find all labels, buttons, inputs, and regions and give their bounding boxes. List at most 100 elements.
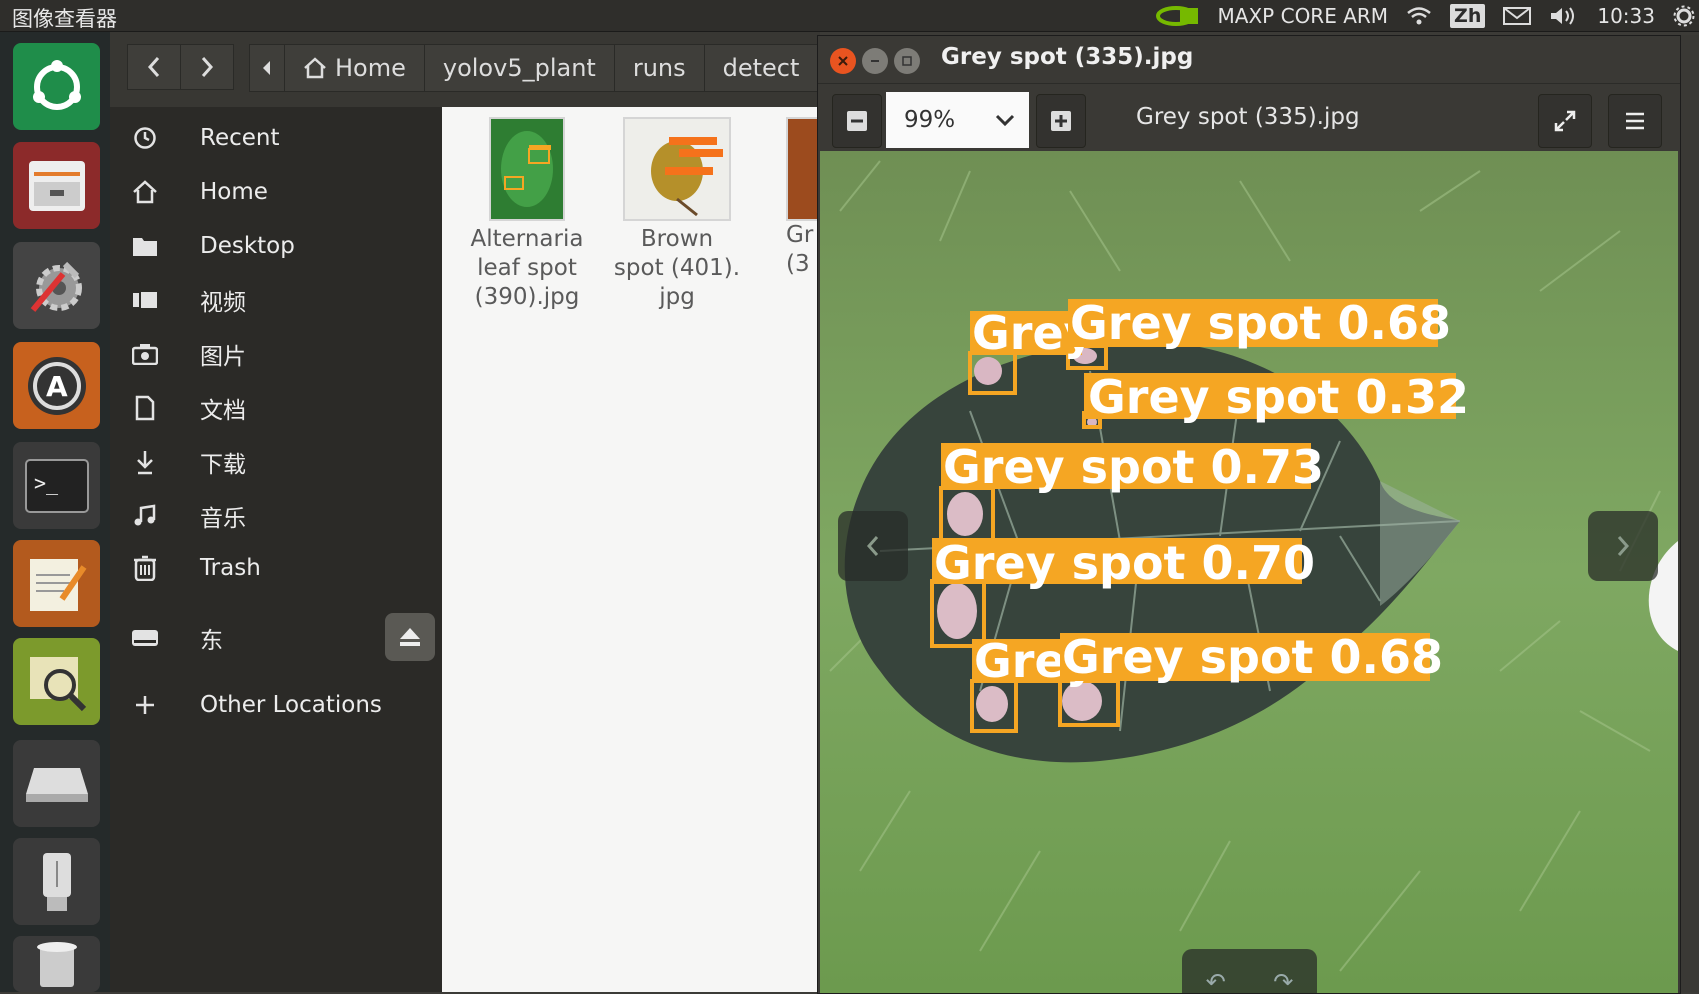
drive-icon[interactable] [13,740,100,827]
chevron-right-icon [1617,536,1630,556]
zoom-in-icon [1051,111,1071,131]
next-image-button[interactable] [1588,511,1658,581]
detection-label: Grey spot 0.70 [934,536,1315,590]
sidebar-item-downloads[interactable]: 下载 [110,439,442,485]
chevron-left-icon [866,536,879,556]
previous-image-button[interactable] [838,511,908,581]
viewer-titlebar[interactable]: Grey spot (335).jpg [818,36,1680,83]
thumbnail [786,117,820,221]
drive-icon [110,628,180,648]
file-item[interactable]: Brown spot (401). jpg [612,117,742,312]
chevron-down-icon [995,114,1015,127]
image-viewer-icon[interactable] [13,638,100,725]
sidebar-item-videos[interactable]: 视频 [110,277,442,323]
maximize-button[interactable] [894,48,920,74]
nvidia-icon[interactable] [1155,5,1200,27]
sidebar-item-label: 东 [200,628,223,654]
sidebar-item-label: 下载 [200,452,246,478]
close-button[interactable] [830,48,856,74]
plus-icon [110,694,180,716]
system-settings-icon[interactable] [13,242,100,329]
download-icon [110,449,180,475]
sidebar-item-label: 文档 [200,398,246,424]
sidebar-item-recent[interactable]: Recent [110,115,442,161]
breadcrumb-runs[interactable]: runs [613,44,705,92]
rotate-controls: ↶ ↷ [1182,949,1317,993]
sidebar-item-label: Recent [200,125,280,151]
document-icon [110,395,180,421]
home-icon [304,57,326,79]
detection-label: Grey spot 0.32 [1088,370,1469,424]
zoom-select[interactable]: 99% [886,92,1029,148]
zoom-value: 99% [904,107,956,133]
sidebar-item-desktop[interactable]: Desktop [110,223,442,269]
window-title: Grey spot (335).jpg [941,44,1194,70]
breadcrumb-detect[interactable]: detect [703,44,819,92]
folder-icon [110,235,180,257]
menu-button[interactable] [1608,94,1662,148]
detection-label: Grey spot 0.73 [943,440,1324,494]
minimize-icon [871,60,879,62]
viewer-toolbar: 99% Grey spot (335).jpg [818,83,1680,151]
mail-icon[interactable] [1503,6,1532,26]
launcher: A >_ [0,32,110,992]
rotate-right-icon[interactable]: ↷ [1273,968,1293,993]
background-window-edge [1679,35,1699,992]
terminal-icon[interactable]: >_ [13,442,100,529]
eject-button[interactable] [385,613,435,661]
sidebar-item-label: Desktop [200,233,295,259]
wifi-icon[interactable] [1406,6,1432,26]
breadcrumb: Home yolov5_plant runs detect [249,44,819,92]
sidebar-item-other-locations[interactable]: Other Locations [110,682,442,728]
sidebar-item-label: 音乐 [200,506,246,532]
displayed-image[interactable]: Grey Grey spot 0.68 Grey spot 0.32 Grey … [820,151,1678,993]
ubuntu-software-icon[interactable] [13,43,100,130]
zoom-out-button[interactable] [832,94,882,148]
rotate-left-icon[interactable]: ↶ [1206,968,1226,993]
sidebar-item-home[interactable]: Home [110,169,442,215]
software-updater-icon[interactable]: A [13,342,100,429]
detection-label: Grey spot 0.68 [1062,630,1443,684]
volume-icon[interactable] [1549,5,1579,27]
text-editor-icon[interactable] [13,540,100,627]
image-filename: Grey spot (335).jpg [1136,104,1360,130]
app-title: 图像查看器 [12,7,117,31]
sidebar-item-music[interactable]: 音乐 [110,493,442,539]
sidebar-item-volume[interactable]: 东 [110,615,380,661]
detection-label: Grey spot 0.68 [1070,296,1451,350]
back-button[interactable] [127,44,181,90]
sidebar-item-documents[interactable]: 文档 [110,385,442,431]
breadcrumb-scroll-left[interactable] [249,44,285,92]
sidebar-item-label: 视频 [200,290,246,316]
network-name[interactable]: MAXP CORE ARM [1218,4,1389,28]
clock-icon [110,126,180,150]
music-icon [110,504,180,528]
file-manager-icon[interactable] [13,142,100,229]
svg-text:A: A [46,370,68,403]
fullscreen-button[interactable] [1538,94,1592,148]
clock[interactable]: 10:33 [1597,4,1655,28]
maximize-icon [902,56,912,66]
gear-icon[interactable] [1673,5,1695,27]
file-manager-header: Home yolov5_plant runs detect [110,32,820,107]
file-item[interactable]: Alternaria leaf spot (390).jpg [462,117,592,312]
image-viewer-window: Grey spot (335).jpg 99% Grey spot (335).… [817,35,1681,994]
zoom-in-button[interactable] [1036,94,1086,148]
file-grid: Alternaria leaf spot (390).jpg Brown spo… [442,107,820,992]
thumbnail [623,117,731,221]
file-manager-sidebar: Recent Home Desktop 视频 图片 文档 下载 音乐 Trash… [110,107,442,992]
sidebar-item-pictures[interactable]: 图片 [110,331,442,377]
usb-drive-icon[interactable] [13,838,100,925]
close-icon [838,56,848,66]
sidebar-item-trash[interactable]: Trash [110,545,442,591]
language-indicator[interactable]: Zh [1450,3,1486,28]
forward-button[interactable] [180,44,234,90]
camera-icon [110,343,180,365]
trash-icon[interactable] [13,936,100,992]
breadcrumb-yolov5-plant[interactable]: yolov5_plant [423,44,615,92]
eject-icon [400,628,420,646]
top-panel: 图像查看器 MAXP CORE ARM Zh 10:33 [0,0,1699,32]
breadcrumb-home[interactable]: Home [284,44,425,92]
minimize-button[interactable] [862,48,888,74]
fullscreen-icon [1554,110,1576,132]
